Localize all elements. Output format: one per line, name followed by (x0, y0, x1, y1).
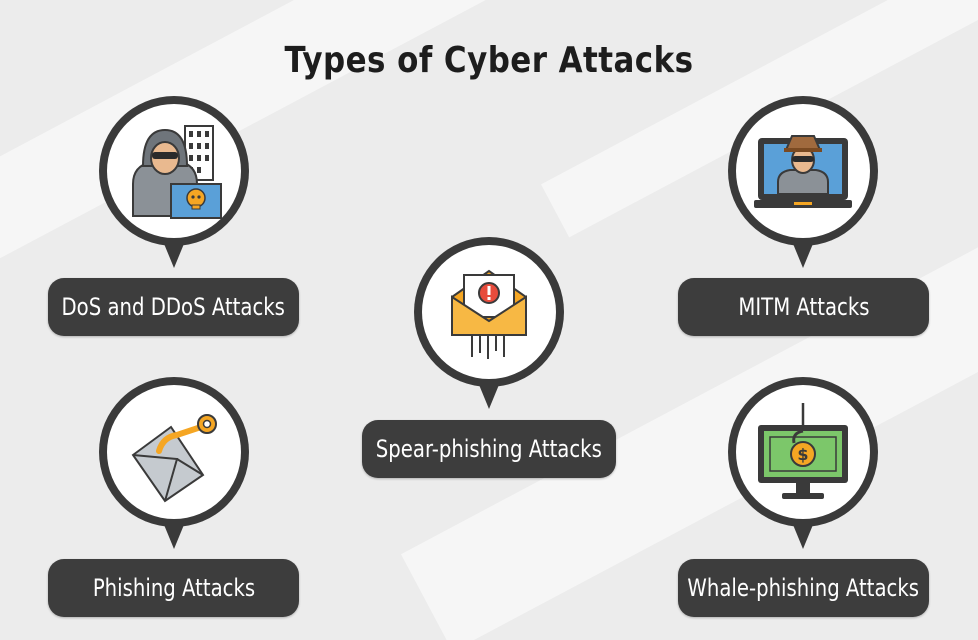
label-text: MITM Attacks (737, 293, 870, 321)
label-text: DoS and DDoS Attacks (61, 293, 286, 321)
page-title: Types of Cyber Attacks (284, 40, 694, 81)
pin-whale-phishing: $ (728, 377, 878, 562)
alert-envelope-icon (451, 269, 527, 359)
hacker-laptop-icon (132, 125, 222, 219)
spy-monitor-icon (754, 135, 852, 208)
hooked-envelope-icon (131, 414, 217, 503)
pin-spear-phishing (414, 237, 564, 422)
label-mitm: MITM Attacks (678, 278, 929, 336)
label-phishing: Phishing Attacks (48, 559, 299, 617)
pin-dos-ddos (99, 96, 249, 281)
pin-mitm (728, 96, 878, 281)
label-text: Phishing Attacks (92, 574, 255, 602)
label-whale-phishing: Whale-phishing Attacks (678, 559, 929, 617)
label-dos-ddos: DoS and DDoS Attacks (48, 278, 299, 336)
pin-phishing (99, 377, 249, 562)
dollar-hook-monitor-icon: $ (758, 403, 848, 499)
label-spear-phishing: Spear-phishing Attacks (362, 420, 616, 478)
svg-text:$: $ (797, 445, 808, 464)
label-text: Whale-phishing Attacks (687, 574, 920, 602)
label-text: Spear-phishing Attacks (375, 435, 603, 463)
